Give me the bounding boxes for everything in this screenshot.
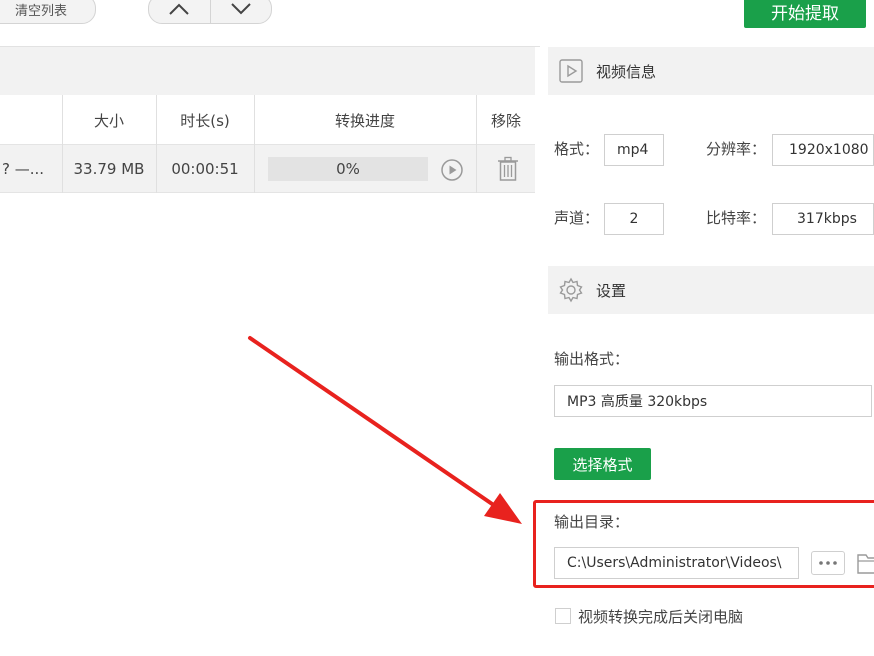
resolution-label: 分辨率： bbox=[706, 140, 767, 158]
gear-icon bbox=[559, 277, 583, 303]
format-value: mp4 bbox=[617, 142, 649, 158]
browse-button[interactable] bbox=[811, 551, 845, 575]
format-label: 格式： bbox=[554, 140, 600, 158]
channels-field: 2 bbox=[604, 203, 664, 235]
more-icon bbox=[819, 561, 837, 565]
settings-title: 设置 bbox=[596, 281, 627, 300]
output-format-value: MP3 高质量 320kbps bbox=[567, 394, 708, 410]
bitrate-label: 比特率： bbox=[706, 209, 767, 227]
settings-header: 设置 bbox=[548, 266, 874, 314]
shutdown-checkbox[interactable] bbox=[555, 608, 571, 624]
bitrate-field: 317kbps bbox=[772, 203, 874, 235]
output-format-label: 输出格式： bbox=[554, 350, 630, 368]
shutdown-label: 视频转换完成后关闭电脑 bbox=[578, 608, 744, 626]
folder-icon bbox=[857, 554, 874, 574]
resolution-field: 1920x1080 bbox=[772, 134, 874, 166]
output-format-field: MP3 高质量 320kbps bbox=[554, 385, 872, 417]
output-dir-value: C:\Users\Administrator\Videos\ bbox=[567, 555, 782, 571]
format-field: mp4 bbox=[604, 134, 664, 166]
resolution-value: 1920x1080 bbox=[789, 142, 869, 158]
video-info-header: 视频信息 bbox=[548, 47, 874, 95]
output-dir-field[interactable]: C:\Users\Administrator\Videos\ bbox=[554, 547, 799, 579]
open-folder-button[interactable] bbox=[857, 551, 874, 575]
choose-format-label: 选择格式 bbox=[572, 455, 633, 474]
video-icon bbox=[559, 59, 583, 83]
choose-format-button[interactable]: 选择格式 bbox=[554, 448, 651, 480]
bitrate-value: 317kbps bbox=[797, 211, 857, 227]
output-dir-label: 输出目录： bbox=[554, 513, 630, 531]
video-info-title: 视频信息 bbox=[596, 62, 657, 81]
channels-value: 2 bbox=[629, 211, 639, 227]
channels-label: 声道： bbox=[554, 209, 600, 227]
